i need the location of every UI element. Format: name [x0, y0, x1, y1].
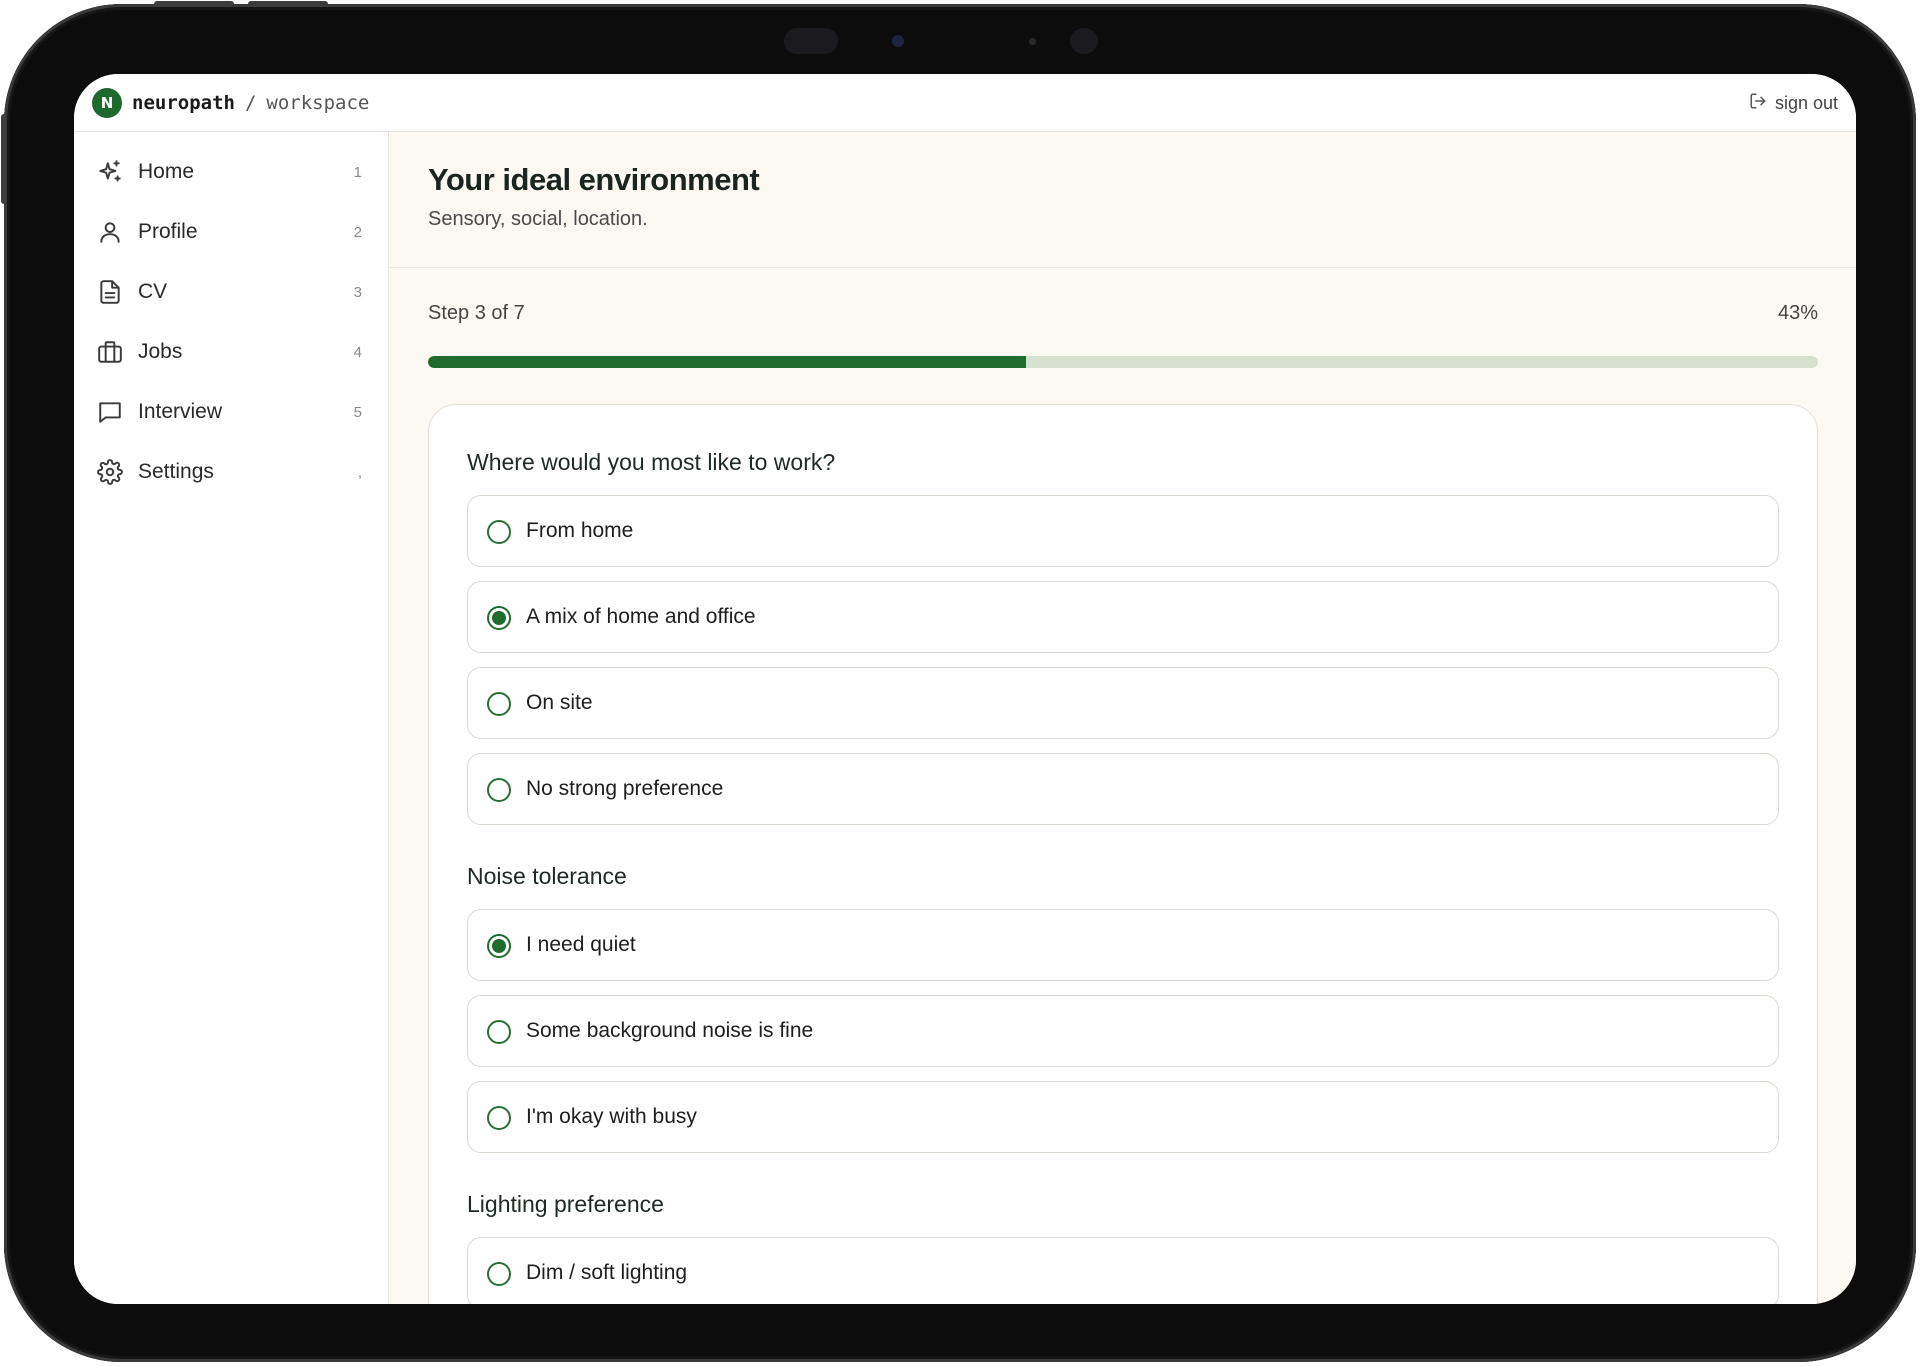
briefcase-icon — [97, 339, 123, 365]
gear-icon — [97, 459, 123, 485]
top-button-2 — [248, 1, 328, 7]
screen: N neuropath / workspace sign out Home 1 … — [74, 74, 1856, 1304]
user-icon — [97, 219, 123, 245]
radio-button[interactable] — [487, 1262, 511, 1286]
sidebar-item-settings[interactable]: Settings , — [74, 442, 388, 502]
option-label: Dim / soft lighting — [526, 1261, 688, 1284]
sidebar-item-label: Home — [138, 160, 195, 183]
brand-name[interactable]: neuropath — [132, 92, 235, 114]
option-label: No strong preference — [526, 777, 724, 800]
sparkles-icon — [97, 159, 123, 185]
option-label: I'm okay with busy — [526, 1105, 697, 1128]
sidebar-item-label: Jobs — [138, 340, 183, 363]
shortcut-key: 3 — [353, 283, 362, 301]
option-label: A mix of home and office — [526, 605, 756, 628]
sidebar-item-label: Settings — [138, 460, 214, 483]
option-background-noise[interactable]: Some background noise is fine — [467, 995, 1779, 1067]
option-no-preference[interactable]: No strong preference — [467, 753, 1779, 825]
radio-button[interactable] — [487, 934, 511, 958]
sign-out-icon — [1749, 92, 1767, 115]
sidebar-item-home[interactable]: Home 1 — [74, 142, 388, 202]
option-dim-lighting[interactable]: Dim / soft lighting — [467, 1237, 1779, 1304]
shortcut-key: 1 — [353, 163, 362, 181]
option-on-site[interactable]: On site — [467, 667, 1779, 739]
main-content: Your ideal environment Sensory, social, … — [390, 132, 1856, 1304]
option-need-quiet[interactable]: I need quiet — [467, 909, 1779, 981]
page-title: Your ideal environment — [428, 162, 760, 197]
sidebar-item-label: Interview — [138, 400, 223, 423]
sidebar-item-label: CV — [138, 280, 168, 303]
shortcut-key: 4 — [353, 343, 362, 361]
tablet-frame: N neuropath / workspace sign out Home 1 … — [1, 1, 1916, 1362]
sidebar-item-interview[interactable]: Interview 5 — [74, 382, 388, 442]
top-button-1 — [154, 1, 234, 7]
sidebar: Home 1 Profile 2 CV 3 Jobs 4 Interview 5… — [74, 132, 389, 1304]
progress-bar — [428, 356, 1818, 368]
option-label: I need quiet — [526, 933, 636, 956]
sidebar-item-jobs[interactable]: Jobs 4 — [74, 322, 388, 382]
camera-bar — [784, 28, 1104, 54]
breadcrumb-separator: / — [244, 91, 257, 114]
sidebar-item-label: Profile — [138, 220, 198, 243]
side-button — [1, 114, 7, 204]
breadcrumb-workspace: workspace — [266, 91, 370, 114]
option-mix-home-office[interactable]: A mix of home and office — [467, 581, 1779, 653]
option-label: On site — [526, 691, 593, 714]
sign-out-label: sign out — [1774, 92, 1838, 113]
shortcut-key: , — [357, 463, 362, 481]
option-label: Some background noise is fine — [526, 1019, 814, 1042]
page-header: Your ideal environment Sensory, social, … — [390, 132, 1856, 268]
shortcut-key: 5 — [353, 403, 362, 421]
radio-button[interactable] — [487, 1020, 511, 1044]
page-subtitle: Sensory, social, location. — [428, 208, 648, 230]
progress-step-text: Step 3 of 7 — [428, 302, 525, 324]
sidebar-item-profile[interactable]: Profile 2 — [74, 202, 388, 262]
shortcut-key: 2 — [353, 223, 362, 241]
option-okay-busy[interactable]: I'm okay with busy — [467, 1081, 1779, 1153]
radio-button[interactable] — [487, 692, 511, 716]
radio-button[interactable] — [487, 606, 511, 630]
radio-button[interactable] — [487, 1106, 511, 1130]
question-title: Where would you most like to work? — [467, 449, 836, 475]
top-bar: N neuropath / workspace sign out — [74, 74, 1856, 132]
sidebar-item-cv[interactable]: CV 3 — [74, 262, 388, 322]
question-title: Lighting preference — [467, 1191, 664, 1217]
radio-button[interactable] — [487, 778, 511, 802]
sign-out-button[interactable]: sign out — [1749, 74, 1838, 132]
questionnaire-card: Where would you most like to work? From … — [428, 404, 1818, 1304]
document-icon — [97, 279, 123, 305]
option-label: From home — [526, 519, 634, 542]
chat-icon — [97, 399, 123, 425]
question-title: Noise tolerance — [467, 863, 627, 889]
radio-button[interactable] — [487, 520, 511, 544]
progress-bar-fill — [428, 356, 1026, 368]
progress-percent: 43% — [1777, 302, 1818, 324]
app-logo[interactable]: N — [92, 87, 122, 118]
option-from-home[interactable]: From home — [467, 495, 1779, 567]
